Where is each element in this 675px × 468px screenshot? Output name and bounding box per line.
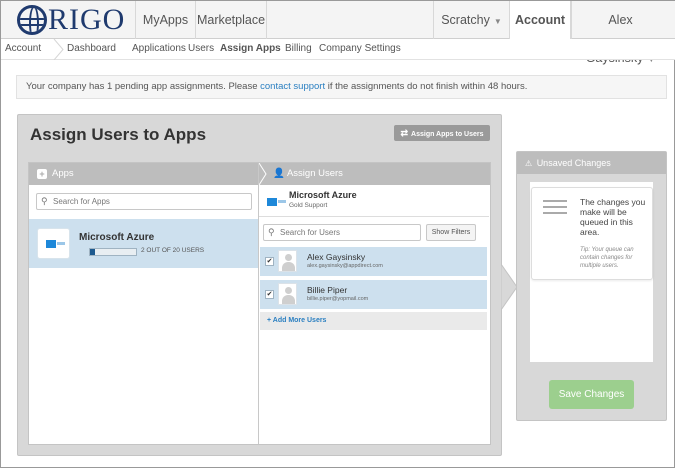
nav-marketplace[interactable]: Marketplace [195, 1, 267, 39]
user-list-item[interactable]: ✔ Billie Piper billie.piper@yopmail.com [260, 280, 487, 309]
microsoft-azure-icon [46, 240, 65, 248]
search-users-input[interactable]: ⚲ Search for Users [263, 224, 421, 241]
top-navigation: RIGO MyApps Marketplace Scratchy ▼ Accoun… [1, 1, 675, 65]
user-list-item[interactable]: ✔ Alex Gaysinsky alex.gaysinsky@appdirec… [260, 247, 487, 276]
user-email: alex.gaysinsky@appdirect.com [307, 263, 383, 269]
apps-heading: Apps [52, 168, 74, 179]
user-quota-progress-fill [90, 249, 95, 255]
apps-column-header: + Apps [29, 163, 258, 185]
subnav-dashboard[interactable]: Dashboard [67, 39, 116, 60]
company-dropdown[interactable]: Scratchy ▼ [433, 1, 509, 39]
assign-users-panel: Assign Users to Apps ⇄ Assign Apps to Use… [17, 114, 502, 456]
user-quota-count: 2 OUT OF 20 USERS [141, 247, 205, 254]
subnav-applications[interactable]: Applications [132, 39, 186, 60]
add-more-users-link[interactable]: + Add More Users [260, 312, 487, 330]
user-name: Billie Piper [307, 285, 348, 295]
user-checkbox[interactable]: ✔ [265, 290, 274, 299]
apps-column: + Apps ⚲ Search for Apps Microsoft Azure … [29, 163, 259, 444]
subnav-billing[interactable]: Billing [285, 39, 312, 60]
company-name: Scratchy [441, 13, 490, 27]
queue-tip-text: Tip: Your queue can contain changes for … [580, 247, 634, 269]
subnav-account[interactable]: Account [5, 39, 41, 60]
search-apps-placeholder: Search for Apps [53, 197, 110, 206]
logo-text: RIGO [48, 3, 126, 36]
selected-app-summary: Microsoft Azure Gold Support [259, 185, 489, 217]
account-subnav: Account Dashboard Applications Users Ass… [1, 39, 675, 60]
search-apps-input[interactable]: ⚲ Search for Apps [36, 193, 252, 210]
search-icon: ⚲ [41, 196, 48, 206]
unsaved-changes-heading: Unsaved Changes [536, 158, 611, 168]
queue-info-text: The changes you make will be queued in t… [580, 197, 646, 237]
assign-apps-to-users-button[interactable]: ⇄ Assign Apps to Users [394, 125, 490, 141]
search-icon: ⚲ [268, 227, 275, 237]
breadcrumb-chevron-icon [53, 39, 64, 60]
user-menu-dropdown[interactable]: Alex Gaysinsky▼ [571, 1, 669, 65]
queue-info-card: The changes you make will be queued in t… [531, 187, 653, 280]
swap-arrows-icon: ⇄ [400, 128, 409, 138]
pending-assignments-notice: Your company has 1 pending app assignmen… [16, 75, 667, 99]
save-changes-button[interactable]: Save Changes [549, 380, 634, 409]
assign-apps-to-users-label: Assign Apps to Users [411, 131, 484, 138]
app-name: Microsoft Azure [79, 232, 155, 243]
assignment-columns: + Apps ⚲ Search for Apps Microsoft Azure … [28, 162, 491, 445]
avatar [278, 283, 297, 305]
notice-text-before: Your company has 1 pending app assignmen… [26, 81, 261, 92]
notice-text-after: if the assignments do not finish within … [325, 81, 528, 92]
search-users-placeholder: Search for Users [280, 228, 341, 237]
unsaved-changes-panel: ⚠ Unsaved Changes The changes you make w… [516, 151, 667, 421]
origo-logo[interactable]: RIGO [17, 3, 125, 37]
app-icon-tile [37, 228, 70, 259]
microsoft-azure-icon [267, 198, 286, 206]
caret-down-icon: ▼ [493, 17, 502, 26]
subnav-users[interactable]: Users [188, 39, 214, 60]
nav-myapps[interactable]: MyApps [135, 1, 195, 39]
show-filters-button[interactable]: Show Filters [426, 224, 476, 241]
plus-square-icon: + [37, 169, 47, 179]
queue-list-icon [543, 200, 567, 216]
selected-app-name: Microsoft Azure [289, 190, 357, 200]
avatar [278, 250, 297, 272]
contact-support-link[interactable]: contact support [260, 81, 325, 92]
user-name: Alex Gaysinsky [307, 252, 366, 262]
user-email: billie.piper@yopmail.com [307, 296, 369, 302]
nav-account[interactable]: Account [509, 1, 571, 40]
assign-users-heading: Assign Users [286, 168, 343, 179]
app-frame: RIGO MyApps Marketplace Scratchy ▼ Accoun… [0, 0, 675, 468]
assign-users-column-header: 👤 Assign Users [259, 163, 490, 185]
app-list-item[interactable]: Microsoft Azure 2 OUT OF 20 USERS [29, 219, 258, 268]
header-chevron-icon [259, 163, 267, 185]
unsaved-changes-header: ⚠ Unsaved Changes [517, 152, 666, 174]
person-icon: 👤 [273, 168, 285, 179]
warning-icon: ⚠ [525, 159, 533, 168]
user-checkbox[interactable]: ✔ [265, 257, 274, 266]
panel-pointer-arrow [501, 264, 517, 310]
page-title: Assign Users to Apps [30, 125, 207, 144]
user-quota-progress-bar [89, 248, 137, 256]
subnav-company-settings[interactable]: Company Settings [319, 39, 401, 60]
selected-app-plan: Gold Support [289, 202, 328, 209]
subnav-assign-apps[interactable]: Assign Apps [220, 39, 281, 60]
assign-users-column: 👤 Assign Users Microsoft Azure Gold Supp… [259, 163, 490, 444]
globe-icon [17, 5, 47, 35]
